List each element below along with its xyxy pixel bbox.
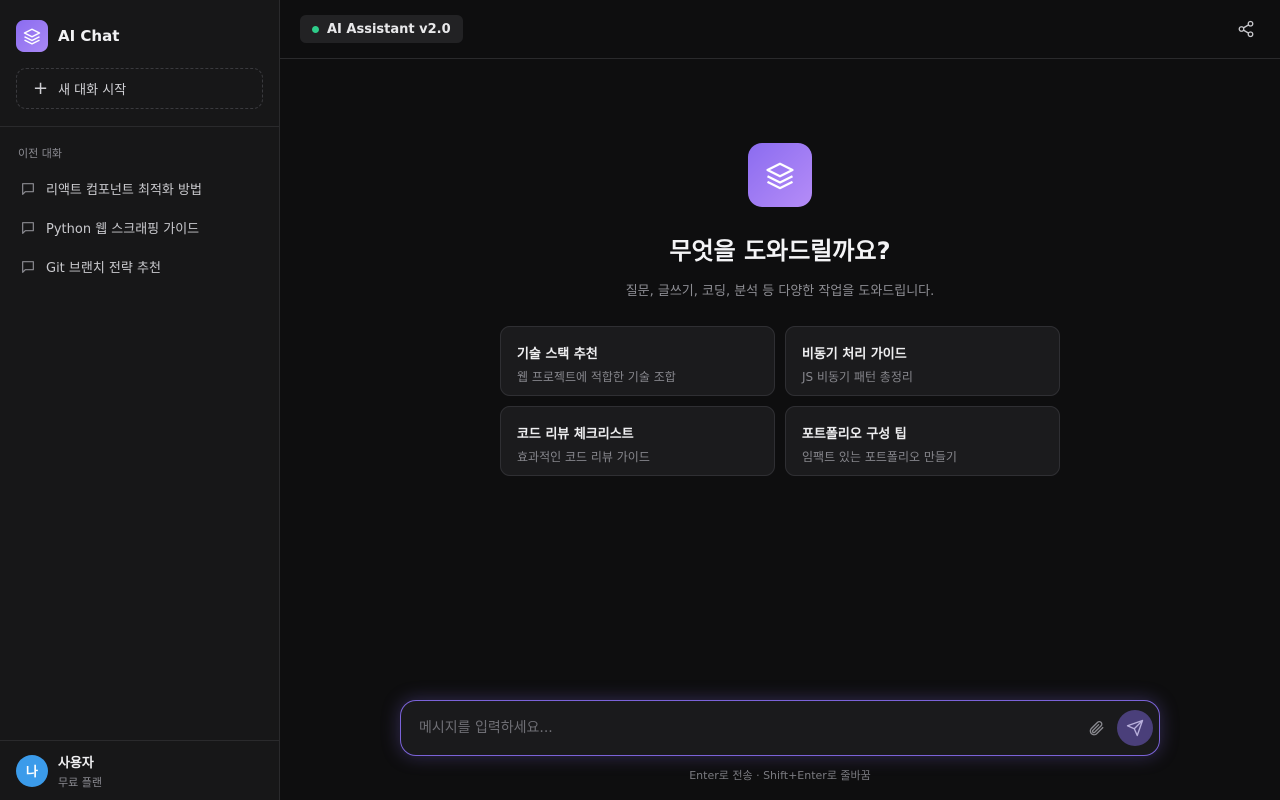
new-chat-label: 새 대화 시작	[58, 83, 127, 98]
suggestion-desc: JS 비동기 패턴 총정리	[802, 370, 913, 384]
layers-logo-icon	[16, 20, 48, 52]
sidebar: AI Chat + 새 대화 시작 이전 대화 리액트 컴포넌트 최적화 방법 …	[0, 0, 280, 800]
conversation-label: 리액트 컴포넌트 최적화 방법	[46, 183, 202, 198]
main-area: AI Assistant v2.0 무엇을 도와드릴까요? 질문, 글쓰기, 코…	[280, 0, 1280, 800]
status-dot-icon	[312, 25, 319, 33]
share-icon	[1238, 20, 1254, 38]
brand: AI Chat	[0, 0, 279, 52]
model-label: AI Assistant v2.0	[327, 21, 451, 37]
welcome-hero: 무엇을 도와드릴까요? 질문, 글쓰기, 코딩, 분석 등 다양한 작업을 도와…	[280, 143, 1280, 299]
attach-button[interactable]	[1081, 713, 1111, 743]
message-input[interactable]	[419, 720, 1081, 736]
user-plan: 무료 플랜	[58, 775, 102, 789]
new-chat-button[interactable]: + 새 대화 시작	[16, 68, 263, 109]
chat-bubble-icon	[22, 182, 34, 195]
suggestion-card[interactable]: 코드 리뷰 체크리스트 효과적인 코드 리뷰 가이드	[500, 406, 775, 476]
suggestion-title: 기술 스택 추천	[517, 347, 598, 362]
conversation-item[interactable]: Python 웹 스크래핑 가이드	[0, 208, 279, 247]
conversation-item[interactable]: Git 브랜치 전략 추천	[0, 247, 279, 286]
send-button[interactable]	[1117, 710, 1153, 746]
avatar: 나	[16, 754, 48, 787]
paperclip-icon	[1089, 721, 1104, 736]
suggestion-grid: 기술 스택 추천 웹 프로젝트에 적합한 기술 조합 비동기 처리 가이드 JS…	[500, 326, 1060, 476]
user-name: 사용자	[58, 755, 94, 771]
suggestion-card[interactable]: 포트폴리오 구성 팁 임팩트 있는 포트폴리오 만들기	[785, 406, 1060, 476]
suggestion-title: 포트폴리오 구성 팁	[802, 427, 907, 442]
brand-title: AI Chat	[58, 27, 120, 45]
send-icon	[1126, 719, 1144, 737]
suggestion-desc: 효과적인 코드 리뷰 가이드	[517, 450, 650, 464]
conversation-label: Python 웹 스크래핑 가이드	[46, 222, 200, 237]
suggestion-title: 비동기 처리 가이드	[802, 347, 907, 362]
suggestion-card[interactable]: 기술 스택 추천 웹 프로젝트에 적합한 기술 조합	[500, 326, 775, 396]
model-selector[interactable]: AI Assistant v2.0	[300, 15, 463, 43]
share-button[interactable]	[1232, 15, 1260, 43]
welcome-title: 무엇을 도와드릴까요?	[669, 237, 891, 265]
conversation-label: Git 브랜치 전략 추천	[46, 261, 161, 276]
topbar: AI Assistant v2.0	[280, 0, 1280, 59]
composer	[400, 700, 1160, 756]
welcome-subtitle: 질문, 글쓰기, 코딩, 분석 등 다양한 작업을 도와드립니다.	[625, 284, 935, 299]
history-section-label: 이전 대화	[18, 147, 62, 160]
plus-icon: +	[33, 77, 49, 99]
suggestion-card[interactable]: 비동기 처리 가이드 JS 비동기 패턴 총정리	[785, 326, 1060, 396]
chat-bubble-icon	[22, 221, 34, 234]
suggestion-title: 코드 리뷰 체크리스트	[517, 427, 634, 442]
user-profile[interactable]: 나 사용자 무료 플랜	[0, 740, 279, 800]
layers-icon	[748, 143, 812, 207]
composer-hint: Enter로 전송 · Shift+Enter로 줄바꿈	[689, 769, 871, 782]
suggestion-desc: 웹 프로젝트에 적합한 기술 조합	[517, 370, 676, 384]
conversation-item[interactable]: 리액트 컴포넌트 최적화 방법	[0, 169, 279, 208]
chat-bubble-icon	[22, 260, 34, 273]
suggestion-desc: 임팩트 있는 포트폴리오 만들기	[802, 450, 957, 464]
